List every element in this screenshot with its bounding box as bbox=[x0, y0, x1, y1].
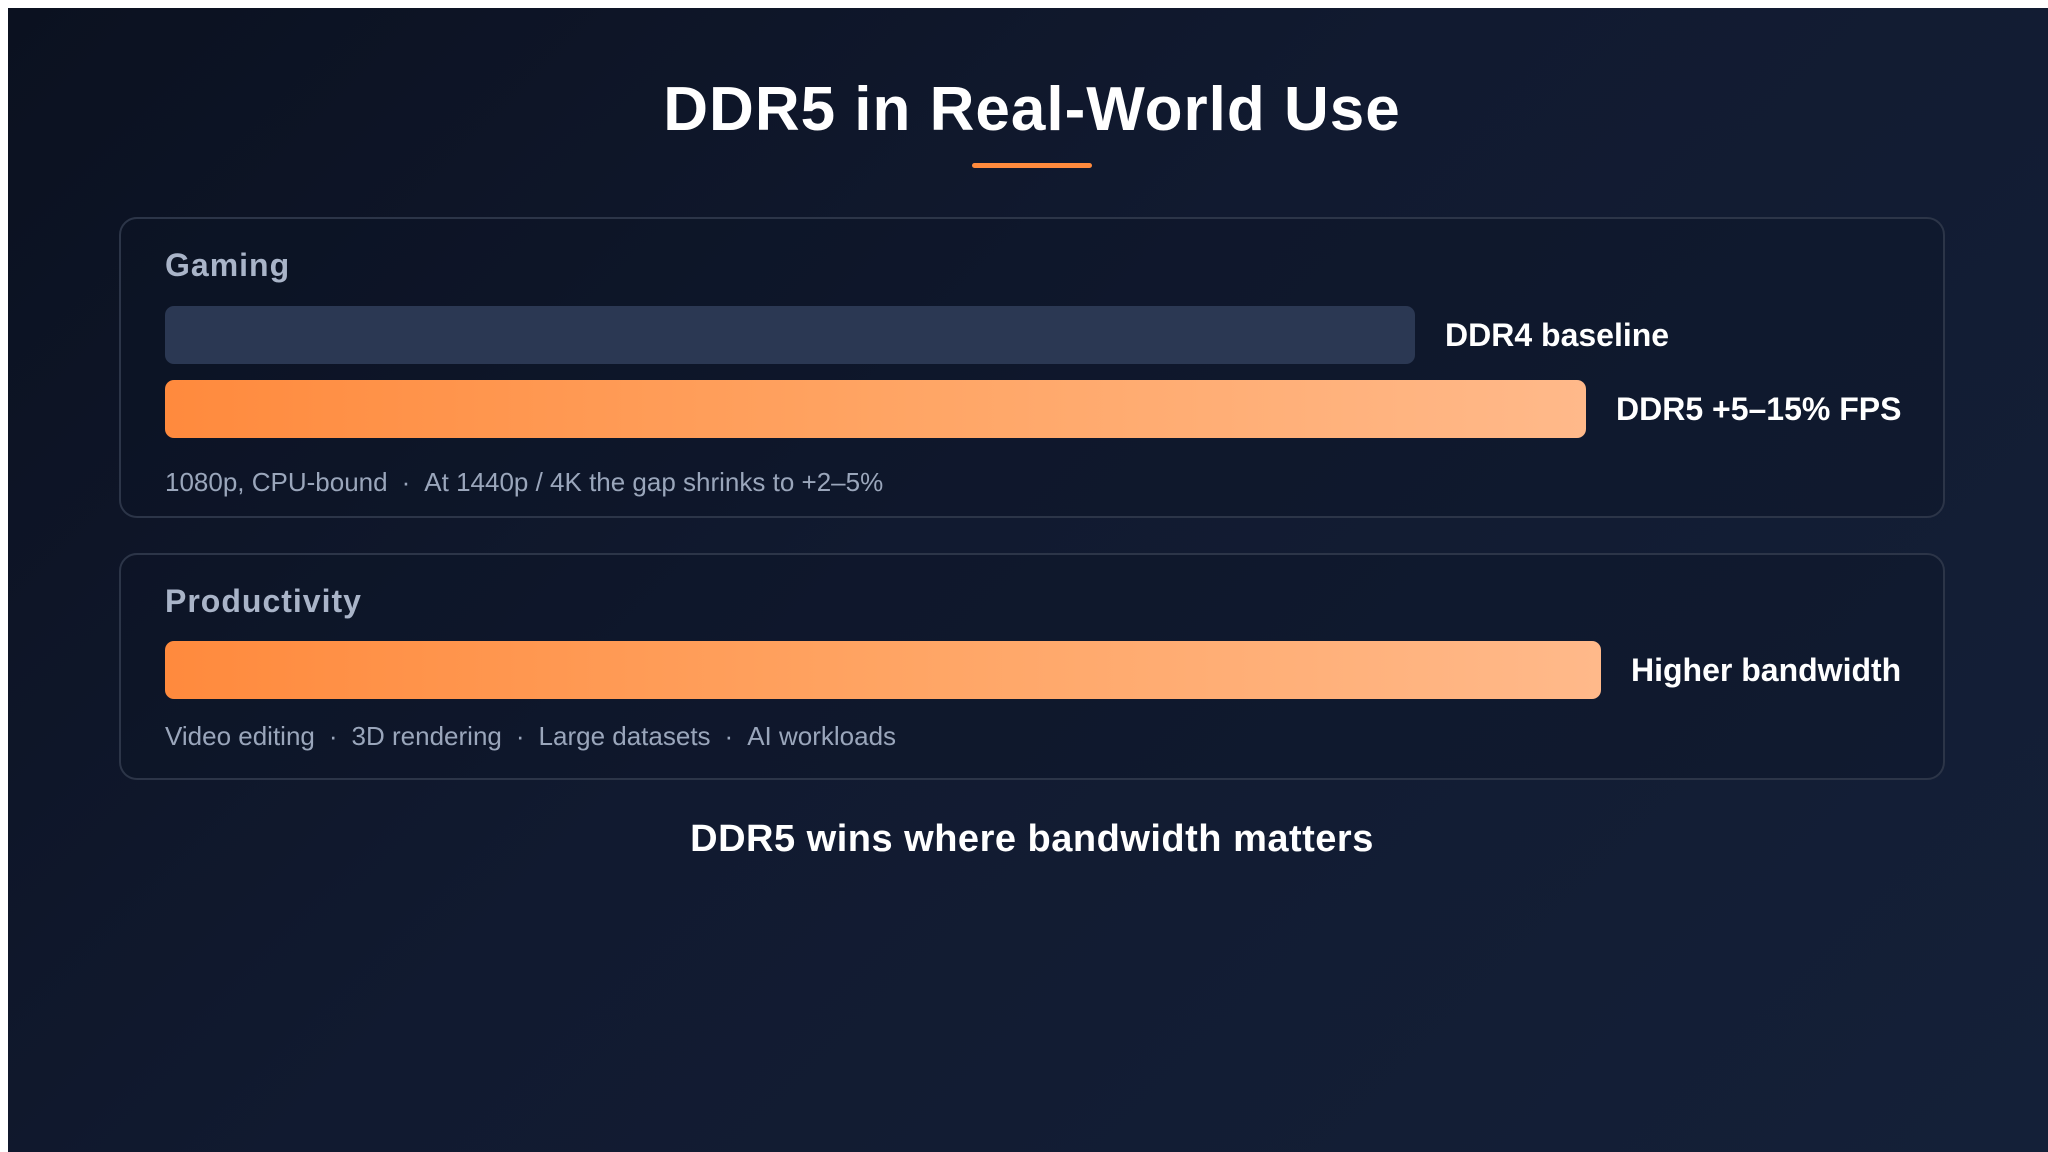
ddr5-fps-bar bbox=[165, 380, 1586, 438]
gaming-note: 1080p, CPU-bound · At 1440p / 4K the gap s… bbox=[165, 467, 883, 498]
workload-item: Large datasets bbox=[538, 721, 711, 751]
slide: DDR5 in Real-World Use Gaming DDR4 basel… bbox=[8, 8, 2048, 1152]
separator-dot: · bbox=[724, 721, 734, 751]
workload-item: Video editing bbox=[165, 721, 315, 751]
separator-dot: · bbox=[515, 721, 525, 751]
higher-bandwidth-bar bbox=[165, 641, 1601, 699]
separator-dot: · bbox=[328, 721, 338, 751]
tagline: DDR5 wins where bandwidth matters bbox=[690, 818, 1374, 860]
ddr5-fps-label: DDR5 +5–15% FPS bbox=[1616, 391, 1902, 427]
title-accent-underline bbox=[972, 163, 1092, 168]
page-title: DDR5 in Real-World Use bbox=[663, 75, 1401, 144]
gaming-note-item: 1080p, CPU-bound bbox=[165, 467, 388, 497]
workload-item: 3D rendering bbox=[351, 721, 502, 751]
separator-dot: · bbox=[401, 467, 411, 497]
productivity-note: Video editing · 3D rendering · Large dataset… bbox=[165, 721, 896, 752]
productivity-card: Productivity Higher bandwidth Video edit… bbox=[119, 553, 1945, 780]
gaming-label: Gaming bbox=[165, 247, 291, 283]
ddr4-baseline-bar bbox=[165, 306, 1415, 364]
higher-bandwidth-label: Higher bandwidth bbox=[1631, 652, 1902, 688]
productivity-label: Productivity bbox=[165, 583, 362, 619]
gaming-note-item: At 1440p / 4K the gap shrinks to +2–5% bbox=[424, 467, 884, 497]
ddr4-baseline-label: DDR4 baseline bbox=[1445, 317, 1670, 353]
workload-item: AI workloads bbox=[747, 721, 897, 751]
gaming-card: Gaming DDR4 baseline DDR5 +5–15% FPS 108… bbox=[119, 217, 1945, 518]
